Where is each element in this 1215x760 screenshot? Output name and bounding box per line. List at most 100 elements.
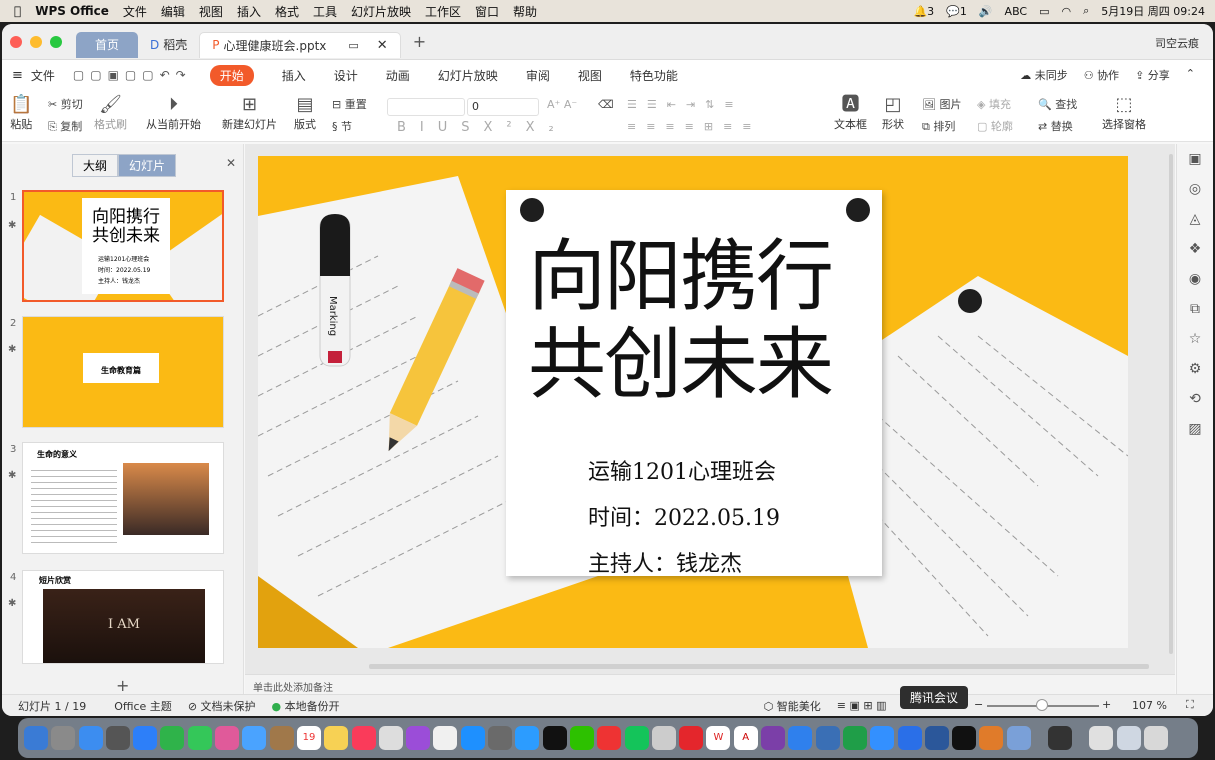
iqiyi-icon[interactable] bbox=[624, 726, 649, 750]
apple-icon[interactable]:  bbox=[14, 4, 21, 18]
menu-edit[interactable]: 编辑 bbox=[161, 3, 185, 20]
tool-icon[interactable] bbox=[788, 726, 813, 750]
monitor-icon[interactable]: ▭ bbox=[348, 39, 358, 52]
facetime-icon[interactable] bbox=[160, 726, 185, 750]
close-window-button[interactable] bbox=[10, 35, 22, 48]
view-mode-icons[interactable]: ≡ ▣ ⊞ ▥ bbox=[837, 699, 887, 712]
selection-pane-button[interactable]: ⬚ 选择窗格 bbox=[1102, 94, 1146, 132]
app-orange-icon[interactable] bbox=[979, 726, 1004, 750]
messages-icon[interactable] bbox=[187, 726, 212, 750]
tab-home[interactable]: 首页 bbox=[76, 31, 138, 58]
folder-icon[interactable] bbox=[1116, 726, 1141, 750]
arrange-button[interactable]: ⧉ 排列 bbox=[922, 118, 955, 134]
zoom-out-button[interactable]: − bbox=[974, 698, 983, 711]
downloads-icon[interactable] bbox=[1089, 726, 1114, 750]
zoom-in-button[interactable]: + bbox=[1102, 698, 1111, 711]
reset-button[interactable]: ⊟ 重置 bbox=[332, 96, 367, 112]
input-method[interactable]: ABC bbox=[1005, 5, 1028, 18]
netease-music-icon[interactable] bbox=[597, 726, 622, 750]
outline-tab[interactable]: 大纲 bbox=[72, 154, 119, 177]
picture-button[interactable]: 🖼 图片 bbox=[922, 96, 961, 112]
clock[interactable]: 5月19日 周四 09:24 bbox=[1101, 3, 1205, 19]
app-green-icon[interactable] bbox=[842, 726, 867, 750]
menu-slideshow[interactable]: 幻灯片放映 bbox=[351, 3, 411, 20]
tab-animation[interactable]: 动画 bbox=[386, 67, 410, 84]
menu-insert[interactable]: 插入 bbox=[237, 3, 261, 20]
word-icon[interactable] bbox=[924, 726, 949, 750]
play-icon[interactable] bbox=[515, 726, 540, 750]
format-painter-button[interactable]: 🖌 格式刷 bbox=[94, 94, 127, 132]
user-name[interactable]: 司空云痕 bbox=[1155, 35, 1199, 51]
tab-document[interactable]: P 心理健康班会.pptx ▭ ✕ bbox=[199, 31, 401, 58]
slide-thumb-3[interactable]: 生命的意义 bbox=[22, 442, 224, 554]
onenote-icon[interactable] bbox=[761, 726, 786, 750]
font-grow-shrink-icons[interactable]: A⁺ A⁻ bbox=[547, 98, 577, 111]
wps-icon[interactable]: W bbox=[706, 726, 731, 750]
menu-window[interactable]: 窗口 bbox=[475, 3, 499, 20]
play-from-current-button[interactable]: ⏵ 从当前开始 bbox=[146, 94, 201, 132]
freeform-icon[interactable] bbox=[378, 726, 403, 750]
slide-title-line1[interactable]: 向阳携行 bbox=[528, 232, 834, 322]
title-card[interactable]: 向阳携行 共创未来 运输1201心理班会 时间：2022.05.19 主持人：钱… bbox=[506, 190, 882, 578]
menu-tools[interactable]: 工具 bbox=[313, 3, 337, 20]
wechat-icon[interactable] bbox=[569, 726, 594, 750]
cut-button[interactable]: ✂ 剪切 bbox=[48, 96, 83, 112]
quick-access-icons[interactable]: ▢▢▣▢▢↶↷ bbox=[73, 68, 192, 82]
tab-view[interactable]: 视图 bbox=[578, 67, 602, 84]
add-slide-button[interactable]: + bbox=[116, 676, 129, 695]
app-blue-icon[interactable] bbox=[1006, 726, 1031, 750]
appstore-icon[interactable] bbox=[460, 726, 485, 750]
align-icons-row[interactable]: ≡≡≡≡⊞≡≡ bbox=[627, 120, 762, 133]
settings-icon[interactable]: ⚙ bbox=[1177, 354, 1213, 384]
outline-button[interactable]: ▢ 轮廓 bbox=[977, 118, 1013, 134]
menu-help[interactable]: 帮助 bbox=[513, 3, 537, 20]
zoom-level[interactable]: 107 % bbox=[1132, 699, 1167, 712]
launchpad-icon[interactable] bbox=[51, 726, 76, 750]
safari-icon[interactable] bbox=[78, 726, 103, 750]
recent-app-icon[interactable] bbox=[1047, 726, 1072, 750]
dingtalk-icon[interactable] bbox=[870, 726, 895, 750]
spotlight-icon[interactable]: ⌕ bbox=[1083, 4, 1089, 18]
star-icon[interactable]: ☆ bbox=[1177, 324, 1213, 354]
wechat-status-icon[interactable]: 💬1 bbox=[946, 5, 967, 18]
new-tab-button[interactable]: + bbox=[413, 32, 426, 51]
share-button[interactable]: ⇪ 分享 bbox=[1135, 67, 1170, 83]
style-icon[interactable]: ◬ bbox=[1177, 204, 1213, 234]
tencent-meeting-icon[interactable] bbox=[897, 726, 922, 750]
theme-name[interactable]: Office 主题 bbox=[114, 698, 172, 714]
image-icon[interactable]: ▨ bbox=[1177, 414, 1213, 444]
font-family-select[interactable] bbox=[387, 98, 465, 116]
slide-time[interactable]: 时间：2022.05.19 bbox=[588, 500, 780, 532]
tab-insert[interactable]: 插入 bbox=[282, 67, 306, 84]
battery-icon[interactable]: ▭ bbox=[1039, 5, 1049, 18]
wifi-icon[interactable]: ◠ bbox=[1062, 5, 1072, 18]
layout-button[interactable]: ▤ 版式 bbox=[294, 94, 316, 132]
tab-start[interactable]: 开始 bbox=[209, 64, 254, 86]
music-icon[interactable] bbox=[351, 726, 376, 750]
new-slide-button[interactable]: ⊞ 新建幻灯片 bbox=[222, 94, 277, 132]
fit-window-icon[interactable]: ⛶ bbox=[1186, 698, 1194, 712]
slide-thumb-4[interactable]: 短片欣赏 I AM bbox=[22, 570, 224, 664]
tab-docer[interactable]: D 稻壳 bbox=[138, 32, 199, 58]
transition-icon[interactable]: ◉ bbox=[1177, 264, 1213, 294]
network-icon[interactable] bbox=[815, 726, 840, 750]
maps-icon[interactable] bbox=[242, 726, 267, 750]
replace-button[interactable]: ⇄ 替换 bbox=[1038, 118, 1073, 134]
reminders-icon[interactable] bbox=[433, 726, 458, 750]
slide-1[interactable]: Marking 向阳携行 共创未来 运输1201心理班会 时间：2022.05.… bbox=[258, 156, 1128, 648]
vertical-scrollbar[interactable] bbox=[1169, 154, 1173, 654]
youdao-icon[interactable] bbox=[679, 726, 704, 750]
preview-icon[interactable] bbox=[651, 726, 676, 750]
slide-title-line2[interactable]: 共创未来 bbox=[528, 320, 834, 410]
slide-host[interactable]: 主持人：钱龙杰 bbox=[588, 546, 742, 578]
copy-button[interactable]: ⎘ 复制 bbox=[48, 118, 82, 134]
zoom-window-button[interactable] bbox=[50, 35, 62, 48]
history-icon[interactable]: ⟲ bbox=[1177, 384, 1213, 414]
tab-design[interactable]: 设计 bbox=[334, 67, 358, 84]
smart-beautify-button[interactable]: ⬡ 智能美化 bbox=[764, 698, 821, 714]
copy-icon[interactable]: ⧉ bbox=[1177, 294, 1213, 324]
slide-thumb-2[interactable]: 生命教育篇 bbox=[22, 316, 224, 428]
fill-button[interactable]: ◈ 填充 bbox=[977, 96, 1011, 112]
paste-button[interactable]: 📋 粘贴 bbox=[10, 94, 32, 132]
calendar-icon[interactable]: 19 bbox=[296, 726, 321, 750]
